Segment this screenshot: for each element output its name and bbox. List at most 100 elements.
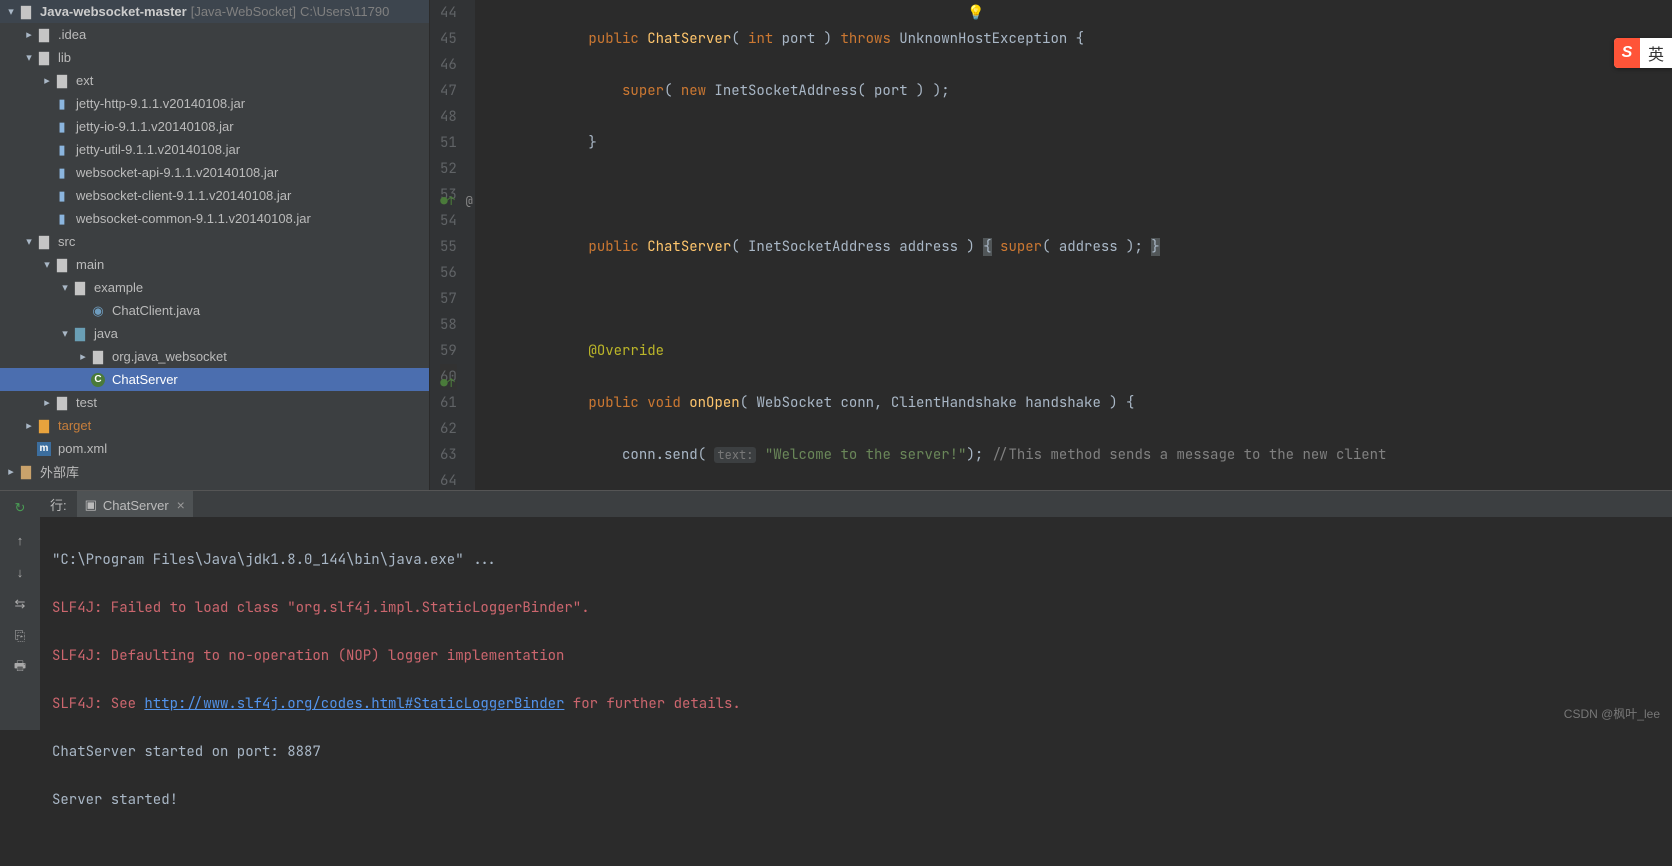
up-icon[interactable]: ↑ — [9, 529, 31, 551]
tree-item-jar[interactable]: ▸▮jetty-http-9.1.1.v20140108.jar — [0, 92, 429, 115]
tree-label: ChatClient.java — [112, 303, 200, 318]
jar-icon: ▮ — [54, 119, 70, 135]
tree-item-target[interactable]: ▸▇target — [0, 414, 429, 437]
class-icon: C — [90, 372, 106, 388]
line-number[interactable]: 52 — [440, 156, 457, 182]
gutter[interactable]: 44 45 46 47 48 51 52 53●↑@ 54 55 56 57 5… — [430, 0, 475, 490]
folder-icon: ▇ — [72, 326, 88, 342]
tree-item-test[interactable]: ▸▇ test — [0, 391, 429, 414]
run-panel: ↻ ↑ ↓ ⇆ ⎘ 🖶 行: ▣ ChatServer × "C:\Progra… — [0, 490, 1672, 730]
console-line: Server started! — [52, 788, 1660, 812]
tree-item-java[interactable]: ▾▇java — [0, 322, 429, 345]
line-number[interactable]: 56 — [440, 260, 457, 286]
project-root[interactable]: ▾ ▇ Java-websocket-master [Java-WebSocke… — [0, 0, 429, 23]
tree-item-jar[interactable]: ▸▮websocket-common-9.1.1.v20140108.jar — [0, 207, 429, 230]
line-number[interactable]: 51 — [440, 130, 457, 156]
folder-icon: ▇ — [36, 234, 52, 250]
tree-item-idea[interactable]: ▸▇.idea — [0, 23, 429, 46]
print-icon[interactable]: 🖶 — [9, 657, 31, 679]
run-tab-bar: 行: ▣ ChatServer × — [40, 491, 1672, 518]
tree-item-jar[interactable]: ▸▮jetty-io-9.1.1.v20140108.jar — [0, 115, 429, 138]
tree-item-ext[interactable]: ▸▇ext — [0, 69, 429, 92]
chevron-down-icon: ▾ — [58, 327, 72, 340]
tree-item-jar[interactable]: ▸▮jetty-util-9.1.1.v20140108.jar — [0, 138, 429, 161]
line-number[interactable]: 53●↑@ — [440, 182, 457, 208]
ime-indicator[interactable]: S 英 — [1614, 38, 1672, 68]
down-icon[interactable]: ↓ — [9, 561, 31, 583]
tree-label: jetty-io-9.1.1.v20140108.jar — [76, 119, 234, 134]
rerun-icon[interactable]: ↻ — [9, 497, 31, 519]
folder-icon: ▇ — [36, 50, 52, 66]
tree-item-example[interactable]: ▾▇example — [0, 276, 429, 299]
line-number[interactable]: 62 — [440, 416, 457, 442]
java-file-icon: ◉ — [90, 303, 106, 319]
jar-icon: ▮ — [54, 142, 70, 158]
tree-item-src[interactable]: ▾▇src — [0, 230, 429, 253]
wrap-icon[interactable]: ⇆ — [9, 593, 31, 615]
line-number[interactable]: 59 — [440, 338, 457, 364]
console-line: "C:\Program Files\Java\jdk1.8.0_144\bin\… — [52, 548, 1660, 572]
line-number[interactable]: 55 — [440, 234, 457, 260]
watermark: CSDN @枫叶_lee — [1564, 705, 1660, 722]
line-number[interactable]: 58 — [440, 312, 457, 338]
tree-label: target — [58, 418, 91, 433]
line-number[interactable]: 54 — [440, 208, 457, 234]
code-area[interactable]: public ChatServer( int port ) throws Unk… — [475, 0, 1672, 490]
chevron-right-icon: ▸ — [40, 396, 54, 409]
tree-label: main — [76, 257, 104, 272]
tree-label: test — [76, 395, 97, 410]
tree-label: jetty-util-9.1.1.v20140108.jar — [76, 142, 240, 157]
tree-item-chatclient[interactable]: ▸◉ChatClient.java — [0, 299, 429, 322]
tree-label: 外部库 — [40, 462, 79, 481]
jar-icon: ▮ — [54, 211, 70, 227]
export-icon[interactable]: ⎘ — [9, 625, 31, 647]
chevron-right-icon: ▸ — [22, 28, 36, 41]
line-number[interactable]: 48 — [440, 104, 457, 130]
tree-label: lib — [58, 50, 71, 65]
tree-item-pom[interactable]: ▸mpom.xml — [0, 437, 429, 460]
tree-label: websocket-common-9.1.1.v20140108.jar — [76, 211, 311, 226]
tree-item-jar[interactable]: ▸▮websocket-client-9.1.1.v20140108.jar — [0, 184, 429, 207]
tree-item-pkg[interactable]: ▸▇org.java_websocket — [0, 345, 429, 368]
console-output[interactable]: "C:\Program Files\Java\jdk1.8.0_144\bin\… — [40, 518, 1672, 866]
console-line: SLF4J: See http://www.slf4j.org/codes.ht… — [52, 692, 1660, 716]
line-number[interactable]: 57 — [440, 286, 457, 312]
tree-item-lib[interactable]: ▾▇lib — [0, 46, 429, 69]
folder-icon: ▇ — [54, 395, 70, 411]
console-link[interactable]: http://www.slf4j.org/codes.html#StaticLo… — [144, 695, 564, 713]
tree-label: .idea — [58, 27, 86, 42]
tree-item-external-libs[interactable]: ▸▇外部库 — [0, 460, 429, 483]
chevron-down-icon: ▾ — [4, 5, 18, 18]
code-editor[interactable]: 44 45 46 47 48 51 52 53●↑@ 54 55 56 57 5… — [430, 0, 1672, 490]
line-number[interactable]: 60●↑ — [440, 364, 457, 390]
line-number[interactable]: 64 — [440, 468, 457, 494]
line-number[interactable]: 46 — [440, 52, 457, 78]
chevron-right-icon: ▸ — [22, 419, 36, 432]
project-tree[interactable]: ▾ ▇ Java-websocket-master [Java-WebSocke… — [0, 0, 430, 490]
line-number[interactable]: 61 — [440, 390, 457, 416]
tree-item-jar[interactable]: ▸▮websocket-api-9.1.1.v20140108.jar — [0, 161, 429, 184]
line-number[interactable]: 47 — [440, 78, 457, 104]
folder-icon: ▇ — [54, 73, 70, 89]
line-number[interactable]: 45 — [440, 26, 457, 52]
tree-item-main[interactable]: ▾▇main — [0, 253, 429, 276]
tree-label: jetty-http-9.1.1.v20140108.jar — [76, 96, 245, 111]
override-icon[interactable]: @ — [466, 188, 473, 214]
close-icon[interactable]: × — [177, 497, 185, 513]
tab-icon: ▣ — [85, 497, 97, 513]
line-number[interactable]: 44 — [440, 0, 457, 26]
run-toolbar: ↻ ↑ ↓ ⇆ ⎘ 🖶 — [0, 491, 40, 730]
ime-mode: 英 — [1640, 41, 1672, 65]
tree-item-chatserver[interactable]: ▸CChatServer — [0, 368, 429, 391]
console-line: SLF4J: Failed to load class "org.slf4j.i… — [52, 596, 1660, 620]
project-path: C:\Users\11790 — [300, 4, 389, 19]
folder-icon: ▇ — [18, 4, 34, 20]
line-number[interactable]: 63 — [440, 442, 457, 468]
tree-label: websocket-api-9.1.1.v20140108.jar — [76, 165, 278, 180]
run-tab[interactable]: ▣ ChatServer × — [77, 491, 193, 517]
tree-label: example — [94, 280, 143, 295]
package-icon: ▇ — [90, 349, 106, 365]
jar-icon: ▮ — [54, 188, 70, 204]
folder-icon: ▇ — [72, 280, 88, 296]
bulb-icon[interactable]: 💡 — [966, 0, 986, 26]
